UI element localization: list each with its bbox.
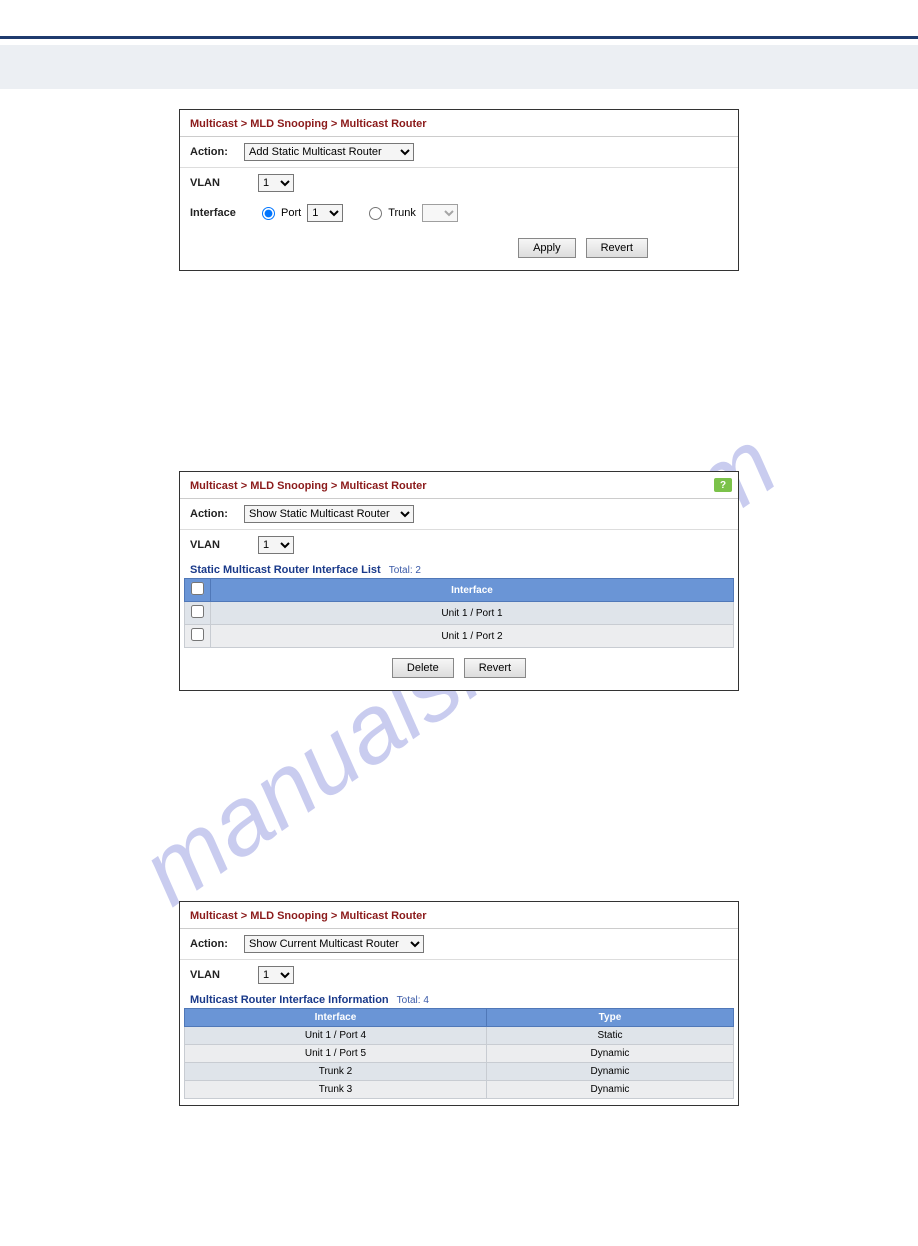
vlan-label: VLAN [190,177,250,189]
revert-button[interactable]: Revert [464,658,526,678]
table-row: Unit 1 / Port 2 [185,625,734,648]
trunk-label: Trunk [388,207,416,219]
cell-interface: Unit 1 / Port 1 [211,602,734,625]
vlan-row: VLAN 1 [180,168,738,198]
button-bar: Delete Revert [180,648,738,690]
current-router-table: Interface Type Unit 1 / Port 4 Static Un… [184,1008,734,1099]
cell-type: Dynamic [486,1045,733,1063]
table-row: Unit 1 / Port 5 Dynamic [185,1045,734,1063]
port-label: Port [281,207,301,219]
trunk-select[interactable] [422,204,458,222]
cell-interface: Trunk 2 [185,1063,487,1081]
breadcrumb: Multicast > MLD Snooping > Multicast Rou… [180,472,738,499]
action-label: Action: [190,146,236,158]
action-label: Action: [190,938,236,950]
vlan-row: VLAN 1 [180,960,738,990]
select-all-checkbox[interactable] [191,582,204,595]
breadcrumb: Multicast > MLD Snooping > Multicast Rou… [180,110,738,137]
help-icon[interactable]: ? [714,478,732,492]
list-title-row: Static Multicast Router Interface List T… [180,560,738,578]
interface-label: Interface [190,207,250,219]
vlan-label: VLAN [190,969,250,981]
button-bar: Apply Revert [180,228,738,270]
cell-interface: Unit 1 / Port 4 [185,1027,487,1045]
list-title: Static Multicast Router Interface List [190,564,381,576]
list-total: Total: 2 [389,565,421,576]
row-checkbox[interactable] [191,605,204,618]
action-label: Action: [190,508,236,520]
cell-type: Dynamic [486,1063,733,1081]
header-gray-band [0,45,918,89]
delete-button[interactable]: Delete [392,658,454,678]
col-type: Type [486,1009,733,1027]
cell-interface: Trunk 3 [185,1081,487,1099]
cell-interface: Unit 1 / Port 2 [211,625,734,648]
table-row: Trunk 2 Dynamic [185,1063,734,1081]
port-select[interactable]: 1 [307,204,343,222]
list-title-row: Multicast Router Interface Information T… [180,990,738,1008]
table-row: Unit 1 / Port 1 [185,602,734,625]
select-all-header [185,579,211,602]
interface-row: Interface Port 1 Trunk [180,198,738,228]
action-row: Action: Add Static Multicast Router [180,137,738,168]
static-router-table: Interface Unit 1 / Port 1 Unit 1 / Port … [184,578,734,648]
action-row: Action: Show Static Multicast Router [180,499,738,530]
apply-button[interactable]: Apply [518,238,576,258]
col-interface: Interface [211,579,734,602]
list-total: Total: 4 [397,995,429,1006]
table-row: Trunk 3 Dynamic [185,1081,734,1099]
cell-type: Static [486,1027,733,1045]
action-row: Action: Show Current Multicast Router [180,929,738,960]
col-interface: Interface [185,1009,487,1027]
panel-show-static-router: ? Multicast > MLD Snooping > Multicast R… [179,471,739,691]
breadcrumb: Multicast > MLD Snooping > Multicast Rou… [180,902,738,929]
panel-show-current-router: Multicast > MLD Snooping > Multicast Rou… [179,901,739,1106]
row-checkbox[interactable] [191,628,204,641]
port-radio[interactable] [262,207,275,220]
cell-interface: Unit 1 / Port 5 [185,1045,487,1063]
vlan-select[interactable]: 1 [258,174,294,192]
table-row: Unit 1 / Port 4 Static [185,1027,734,1045]
trunk-radio[interactable] [369,207,382,220]
action-select[interactable]: Add Static Multicast Router [244,143,414,161]
vlan-row: VLAN 1 [180,530,738,560]
action-select[interactable]: Show Current Multicast Router [244,935,424,953]
panel-add-static-router: Multicast > MLD Snooping > Multicast Rou… [179,109,739,271]
revert-button[interactable]: Revert [586,238,648,258]
list-title: Multicast Router Interface Information [190,994,389,1006]
vlan-select[interactable]: 1 [258,536,294,554]
vlan-select[interactable]: 1 [258,966,294,984]
cell-type: Dynamic [486,1081,733,1099]
action-select[interactable]: Show Static Multicast Router [244,505,414,523]
vlan-label: VLAN [190,539,250,551]
